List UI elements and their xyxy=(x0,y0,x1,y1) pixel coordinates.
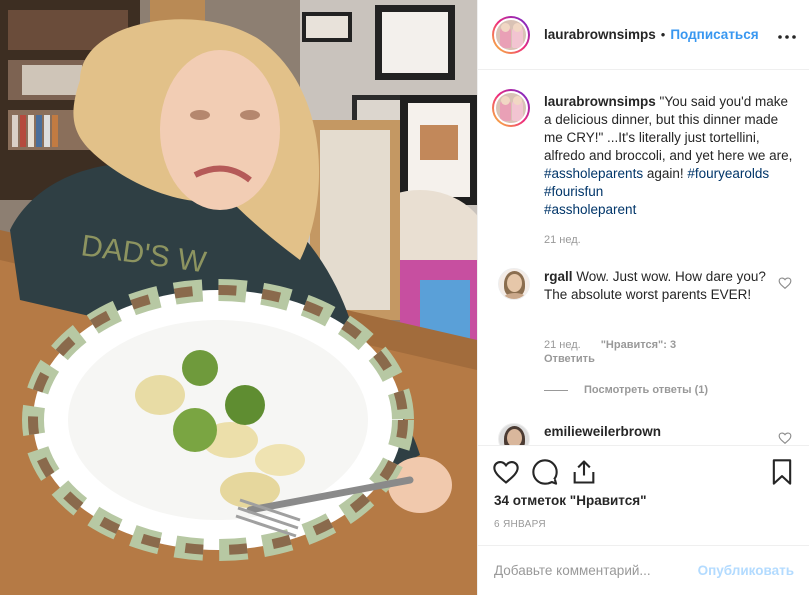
view-replies-label: Посмотреть ответы (1) xyxy=(584,384,709,396)
bookmark-icon[interactable] xyxy=(768,458,796,486)
comments-list[interactable]: laurabrownsimps "You said you'd make a d… xyxy=(478,71,809,445)
post-date[interactable]: 6 ЯНВАРЯ xyxy=(494,519,546,530)
hashtag-link[interactable]: #assholeparent xyxy=(544,202,636,217)
caption-time[interactable]: 21 нед. xyxy=(544,234,581,246)
commenter-username-link[interactable]: rgall xyxy=(544,269,573,284)
post-side-panel: laurabrownsimps • Подписаться laurabrown… xyxy=(477,0,809,595)
more-options-icon[interactable] xyxy=(778,24,796,42)
post-header: laurabrownsimps • Подписаться xyxy=(478,0,809,70)
comment-input[interactable]: Добавьте комментарий... xyxy=(494,563,651,578)
add-comment-bar: Добавьте комментарий... Опубликовать xyxy=(478,545,809,595)
separator-dot: • xyxy=(660,27,666,42)
commenter-username-link[interactable]: emilieweilerbrown xyxy=(544,424,661,439)
commenter-avatar[interactable] xyxy=(498,423,530,445)
caption-text: laurabrownsimps "You said you'd make a d… xyxy=(544,93,794,219)
comment-time[interactable]: 21 нед. xyxy=(544,339,581,351)
caption-author-avatar[interactable] xyxy=(492,89,530,127)
post-photo[interactable]: DAD'S W xyxy=(0,0,477,595)
heart-icon[interactable] xyxy=(492,458,520,486)
publish-button[interactable]: Опубликовать xyxy=(698,563,794,578)
caption-author-avatar-image xyxy=(494,91,528,125)
author-avatar-image xyxy=(494,17,528,52)
view-replies-button[interactable]: Посмотреть ответы (1) xyxy=(544,384,708,396)
post-image: DAD'S W xyxy=(0,0,477,595)
share-icon[interactable] xyxy=(570,458,598,486)
comment-meta: 21 нед. "Нравится": 3 Ответить xyxy=(544,338,676,366)
comment-text: emilieweilerbrown xyxy=(544,423,766,441)
follow-button[interactable]: Подписаться xyxy=(670,27,758,42)
replies-divider-line xyxy=(544,389,568,391)
reply-button[interactable]: Ответить xyxy=(544,352,676,366)
likes-count[interactable]: 34 отметок "Нравится" xyxy=(494,493,647,508)
comment-like-icon[interactable] xyxy=(778,431,792,445)
more-horizontal-icon xyxy=(778,35,796,39)
comment-text: rgall Wow. Just wow. How dare you? The a… xyxy=(544,269,766,302)
hashtag-link[interactable]: #fouryearolds xyxy=(687,166,769,181)
caption-body-mid: again! xyxy=(643,166,688,181)
post-actions: 34 отметок "Нравится" 6 ЯНВАРЯ xyxy=(478,445,809,545)
comment-like-icon[interactable] xyxy=(778,276,792,290)
comment-likes[interactable]: "Нравится": 3 xyxy=(601,339,676,351)
commenter-avatar[interactable] xyxy=(498,268,530,300)
caption-author-link[interactable]: laurabrownsimps xyxy=(544,94,656,109)
instagram-post: DAD'S W laurabrownsimps • Подписаться la… xyxy=(0,0,809,595)
hashtag-link[interactable]: #assholeparents xyxy=(544,166,643,181)
author-avatar[interactable] xyxy=(492,15,530,54)
author-username-link[interactable]: laurabrownsimps xyxy=(544,27,656,42)
comment-icon[interactable] xyxy=(531,458,559,486)
hashtag-link[interactable]: #fourisfun xyxy=(544,184,603,199)
